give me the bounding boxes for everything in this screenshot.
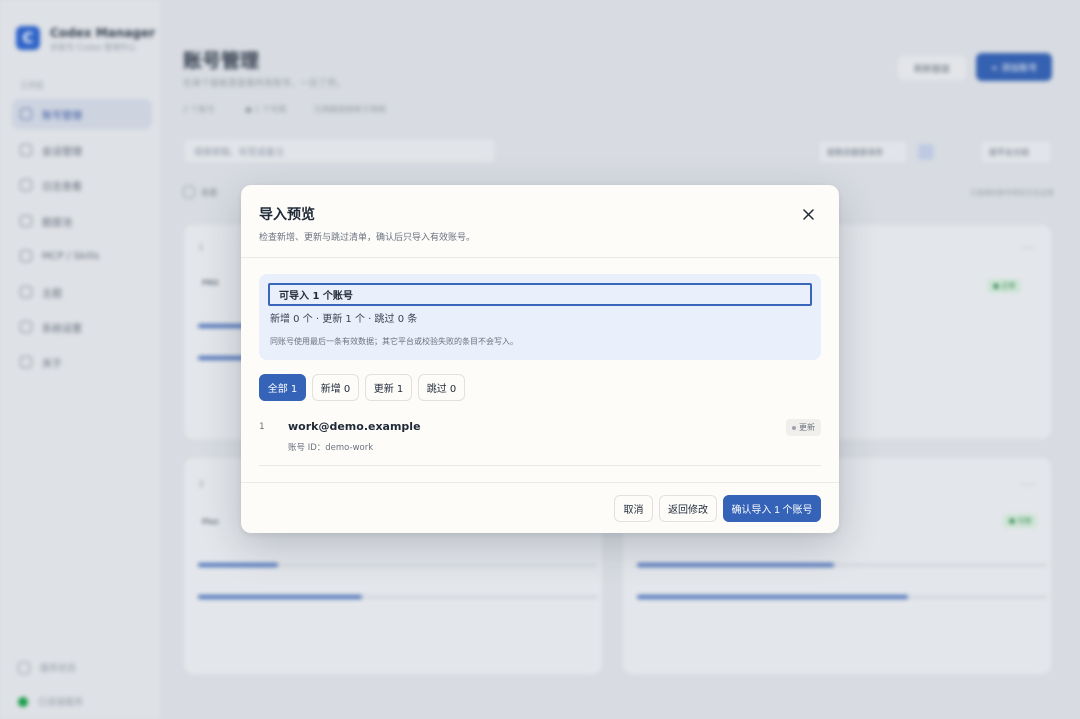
- status-badge: 更新: [786, 419, 821, 436]
- confirm-import-button[interactable]: 确认导入 1 个账号: [723, 495, 821, 522]
- import-counts: 新增 0 个 · 更新 1 个 · 跳过 0 条: [270, 314, 418, 325]
- row-email: work@demo.example: [288, 420, 421, 433]
- badge-dot-icon: [792, 425, 796, 430]
- row-account-id: 账号 ID：demo-work: [288, 443, 374, 453]
- close-button[interactable]: [799, 205, 817, 223]
- dialog-subtitle: 检查新增、更新与跳过清单，确认后只导入有效账号。: [259, 233, 476, 243]
- row-index: 1: [259, 422, 265, 432]
- import-summary: 可导入 1 个账号 新增 0 个 · 更新 1 个 · 跳过 0 条 同账号使用…: [259, 274, 821, 360]
- cancel-button[interactable]: 取消: [614, 495, 653, 522]
- back-to-edit-button[interactable]: 返回修改: [659, 495, 717, 522]
- status-badge-label: 更新: [799, 423, 815, 432]
- tab-skip[interactable]: 跳过 0: [418, 374, 465, 401]
- footer-divider: [241, 482, 839, 483]
- import-note: 同账号使用最后一条有效数据；其它平台或校验失败的条目不会写入。: [270, 337, 518, 346]
- row-divider: [259, 465, 821, 466]
- tab-update[interactable]: 更新 1: [365, 374, 412, 401]
- importable-headline: 可导入 1 个账号: [268, 283, 812, 306]
- dialog-title: 导入预览: [259, 207, 315, 223]
- tab-all[interactable]: 全部 1: [259, 374, 306, 401]
- import-preview-dialog: 导入预览 检查新增、更新与跳过清单，确认后只导入有效账号。 可导入 1 个账号 …: [241, 185, 839, 533]
- header-divider: [241, 257, 839, 258]
- close-icon: [802, 208, 814, 220]
- tab-new[interactable]: 新增 0: [312, 374, 359, 401]
